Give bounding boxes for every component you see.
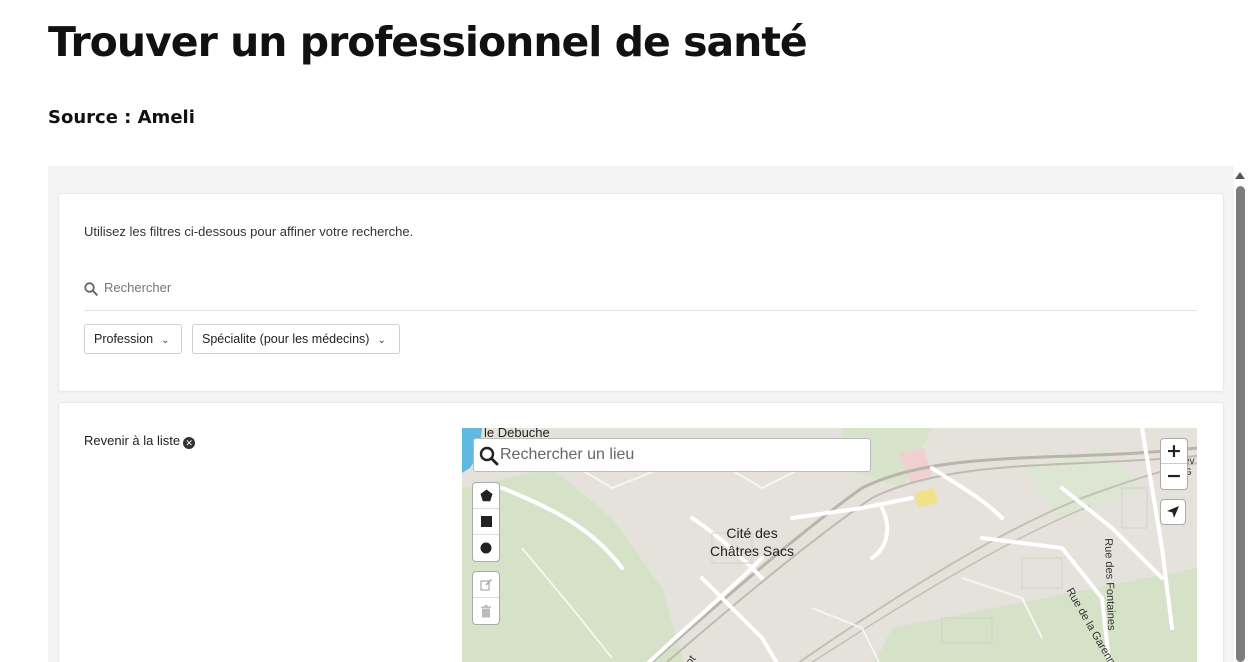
embedded-directory: Utilisez les filtres ci-dessous pour aff… xyxy=(48,166,1234,662)
scrollbar-thumb[interactable] xyxy=(1236,186,1245,662)
edit-icon xyxy=(479,578,492,591)
close-circle-icon: ✕ xyxy=(183,437,196,449)
results-card: Revenir à la liste ✕ le Debuche Cité des… xyxy=(58,402,1224,662)
edit-tool-button[interactable] xyxy=(473,572,499,598)
zoom-out-button[interactable]: − xyxy=(1161,464,1187,489)
map-district-label: Cité des Châtres Sacs xyxy=(710,525,795,559)
pentagon-icon xyxy=(480,489,492,502)
filters-hint: Utilisez les filtres ci-dessous pour aff… xyxy=(84,224,414,239)
rectangle-tool-button[interactable] xyxy=(473,509,499,535)
map-zoom-control: + − xyxy=(1160,438,1188,490)
chevron-down-icon: ⌄ xyxy=(161,335,170,346)
search-icon xyxy=(479,446,499,466)
specialite-dropdown[interactable]: Spécialite (pour les médecins) ⌄ xyxy=(192,324,400,354)
profession-dropdown[interactable]: Profession ⌄ xyxy=(84,324,182,354)
page-title: Trouver un professionnel de santé xyxy=(48,18,808,66)
zoom-in-button[interactable]: + xyxy=(1161,439,1187,464)
map-draw-toolbar xyxy=(472,482,500,562)
profession-dropdown-label: Profession xyxy=(94,332,154,346)
polygon-tool-button[interactable] xyxy=(473,483,499,509)
chevron-down-icon: ⌄ xyxy=(377,335,386,346)
specialite-dropdown-label: Spécialite (pour les médecins) xyxy=(202,332,370,346)
back-to-list-link[interactable]: Revenir à la liste ✕ xyxy=(84,433,196,449)
source-label: Source : Ameli xyxy=(48,107,195,128)
search-input[interactable] xyxy=(104,280,1104,295)
search-icon xyxy=(84,282,98,296)
locate-me-button[interactable] xyxy=(1160,499,1186,525)
circle-tool-button[interactable] xyxy=(473,535,499,561)
trash-icon xyxy=(481,604,491,617)
map-edit-toolbar xyxy=(472,571,500,625)
back-to-list-label: Revenir à la liste xyxy=(84,433,181,448)
map-place-search[interactable] xyxy=(473,438,871,472)
location-arrow-icon xyxy=(1167,506,1179,518)
square-icon xyxy=(480,516,492,527)
map-search-input[interactable] xyxy=(500,446,860,464)
circle-icon xyxy=(480,542,492,554)
map-view[interactable]: le Debuche Cité des Châtres Sacs Rue des… xyxy=(462,428,1197,662)
delete-tool-button[interactable] xyxy=(473,598,499,624)
search-field[interactable] xyxy=(84,274,1197,311)
filters-card: Utilisez les filtres ci-dessous pour aff… xyxy=(58,193,1224,392)
scroll-up-arrow-icon[interactable] xyxy=(1235,172,1245,179)
